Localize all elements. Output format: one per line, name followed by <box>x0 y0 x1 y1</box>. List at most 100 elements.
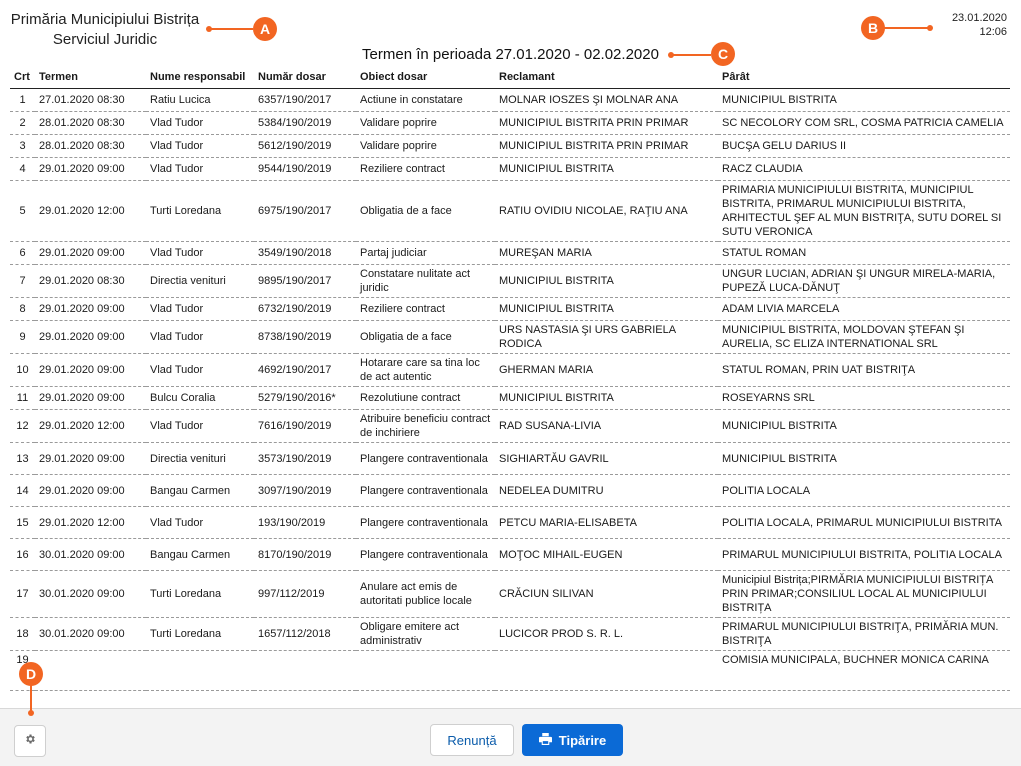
print-timestamp: 23.01.2020 12:06 <box>952 11 1007 39</box>
cell-responsabil: Turti Loredana <box>146 570 254 618</box>
marker-d-line <box>30 684 32 712</box>
cell-obiect-dosar <box>356 650 495 691</box>
cell-crt: 7 <box>10 264 35 298</box>
cell-obiect-dosar: Anulare act emis de autoritati publice l… <box>356 570 495 618</box>
cell-crt: 16 <box>10 538 35 571</box>
cell-numar-dosar: 3573/190/2019 <box>254 442 356 475</box>
footer-bar: Renunță Tipărire <box>0 708 1021 766</box>
cell-obiect-dosar: Atribuire beneficiu contract de inchirie… <box>356 409 495 443</box>
table-row: 11 29.01.2020 09:00 Bulcu Coralia 5279/190/… <box>10 386 1010 410</box>
settings-button[interactable] <box>14 725 46 757</box>
cell-termen: 29.01.2020 12:00 <box>35 180 146 242</box>
organization-header: Primăria Municipiului Bistrița Serviciul… <box>10 10 200 50</box>
cell-parat: COMISIA MUNICIPALA, BUCHNER MONICA CARIN… <box>718 650 1010 691</box>
cell-termen: 28.01.2020 08:30 <box>35 111 146 135</box>
table-row: 4 29.01.2020 09:00 Vlad Tudor 9544/190/2019… <box>10 157 1010 181</box>
report-table-container[interactable]: Crt Termen Nume responsabil Număr dosar … <box>10 66 1010 708</box>
cell-responsabil: Vlad Tudor <box>146 409 254 443</box>
cell-termen <box>35 650 146 691</box>
column-header-obiect-dosar: Obiect dosar <box>356 66 495 89</box>
table-row: 19 COMISIA MUNICIPALA, BUCHNER MONICA CAR… <box>10 650 1010 691</box>
print-time: 12:06 <box>979 26 1007 38</box>
cell-reclamant: MUNICIPIUL BISTRITA <box>495 386 718 410</box>
cell-termen: 29.01.2020 09:00 <box>35 241 146 265</box>
cell-obiect-dosar: Plangere contraventionala <box>356 442 495 475</box>
column-header-numar-dosar: Număr dosar <box>254 66 356 89</box>
cell-termen: 29.01.2020 08:30 <box>35 264 146 298</box>
cell-obiect-dosar: Plangere contraventionala <box>356 474 495 507</box>
cell-parat: ROSEYARNS SRL <box>718 386 1010 410</box>
cell-numar-dosar: 6357/190/2017 <box>254 88 356 112</box>
cell-parat: STATUL ROMAN <box>718 241 1010 265</box>
cell-termen: 29.01.2020 09:00 <box>35 320 146 354</box>
marker-b-dot <box>927 25 933 31</box>
cell-responsabil: Vlad Tudor <box>146 297 254 321</box>
cell-responsabil: Turti Loredana <box>146 180 254 242</box>
cell-numar-dosar: 8170/190/2019 <box>254 538 356 571</box>
cell-crt: 5 <box>10 180 35 242</box>
cell-responsabil: Bangau Carmen <box>146 474 254 507</box>
marker-b-line <box>884 27 931 29</box>
cell-parat: POLITIA LOCALA, PRIMARUL MUNICIPIULUI BI… <box>718 506 1010 539</box>
cell-parat: PRIMARIA MUNICIPIULUI BISTRITA, MUNICIPI… <box>718 180 1010 242</box>
cell-crt: 15 <box>10 506 35 539</box>
cell-reclamant: URS NASTASIA ŞI URS GABRIELA RODICA <box>495 320 718 354</box>
cell-obiect-dosar: Obligatia de a face <box>356 180 495 242</box>
cell-reclamant: MUNICIPIUL BISTRITA <box>495 264 718 298</box>
cancel-button[interactable]: Renunță <box>430 724 514 756</box>
marker-c: C <box>711 42 735 66</box>
cell-responsabil: Vlad Tudor <box>146 111 254 135</box>
table-row: 18 30.01.2020 09:00 Turti Loredana 1657/112… <box>10 617 1010 651</box>
table-body: 1 27.01.2020 08:30 Ratiu Lucica 6357/190/20… <box>10 88 1010 691</box>
cell-numar-dosar: 5612/190/2019 <box>254 134 356 158</box>
cell-obiect-dosar: Validare poprire <box>356 134 495 158</box>
cell-numar-dosar: 5384/190/2019 <box>254 111 356 135</box>
cell-responsabil: Vlad Tudor <box>146 320 254 354</box>
table-row: 6 29.01.2020 09:00 Vlad Tudor 3549/190/2018… <box>10 241 1010 265</box>
cell-reclamant: GHERMAN MARIA <box>495 353 718 387</box>
cell-responsabil: Vlad Tudor <box>146 157 254 181</box>
cell-responsabil: Vlad Tudor <box>146 506 254 539</box>
marker-c-dot <box>668 52 674 58</box>
column-header-responsabil: Nume responsabil <box>146 66 254 89</box>
cell-numar-dosar: 997/112/2019 <box>254 570 356 618</box>
cell-numar-dosar: 7616/190/2019 <box>254 409 356 443</box>
cell-reclamant: MOLNAR IOSZES ŞI MOLNAR ANA <box>495 88 718 112</box>
table-row: 12 29.01.2020 12:00 Vlad Tudor 7616/190/201… <box>10 409 1010 443</box>
table-row: 5 29.01.2020 12:00 Turti Loredana 6975/190/… <box>10 180 1010 242</box>
cell-reclamant: MUNICIPIUL BISTRITA PRIN PRIMAR <box>495 111 718 135</box>
cell-obiect-dosar: Plangere contraventionala <box>356 506 495 539</box>
period-title: Termen în perioada 27.01.2020 - 02.02.20… <box>362 46 659 63</box>
cell-crt: 1 <box>10 88 35 112</box>
marker-d: D <box>19 662 43 686</box>
column-header-parat: Pârât <box>718 66 1010 89</box>
column-header-crt: Crt <box>10 66 35 89</box>
cell-numar-dosar: 3549/190/2018 <box>254 241 356 265</box>
cell-obiect-dosar: Obligare emitere act administrativ <box>356 617 495 651</box>
cell-numar-dosar: 193/190/2019 <box>254 506 356 539</box>
cell-crt: 18 <box>10 617 35 651</box>
cell-responsabil <box>146 650 254 691</box>
cell-parat: RACZ CLAUDIA <box>718 157 1010 181</box>
table-row: 7 29.01.2020 08:30 Directia venituri 9895/1… <box>10 264 1010 298</box>
cell-numar-dosar: 3097/190/2019 <box>254 474 356 507</box>
cell-responsabil: Vlad Tudor <box>146 353 254 387</box>
cell-obiect-dosar: Validare poprire <box>356 111 495 135</box>
cell-termen: 30.01.2020 09:00 <box>35 570 146 618</box>
cell-obiect-dosar: Reziliere contract <box>356 157 495 181</box>
cell-parat: PRIMARUL MUNICIPIULUI BISTRIŢA, PRIMĂRIA… <box>718 617 1010 651</box>
cell-responsabil: Bangau Carmen <box>146 538 254 571</box>
cell-reclamant <box>495 650 718 691</box>
cell-reclamant: SIGHIARTĂU GAVRIL <box>495 442 718 475</box>
cell-obiect-dosar: Actiune in constatare <box>356 88 495 112</box>
print-button[interactable]: Tipărire <box>522 724 623 756</box>
cell-responsabil: Bulcu Coralia <box>146 386 254 410</box>
cell-obiect-dosar: Rezolutiune contract <box>356 386 495 410</box>
printer-icon <box>538 732 552 748</box>
cell-crt: 2 <box>10 111 35 135</box>
table-row: 8 29.01.2020 09:00 Vlad Tudor 6732/190/2019… <box>10 297 1010 321</box>
cell-obiect-dosar: Partaj judiciar <box>356 241 495 265</box>
cell-reclamant: NEDELEA DUMITRU <box>495 474 718 507</box>
table-row: 2 28.01.2020 08:30 Vlad Tudor 5384/190/2019… <box>10 111 1010 135</box>
cell-crt: 10 <box>10 353 35 387</box>
